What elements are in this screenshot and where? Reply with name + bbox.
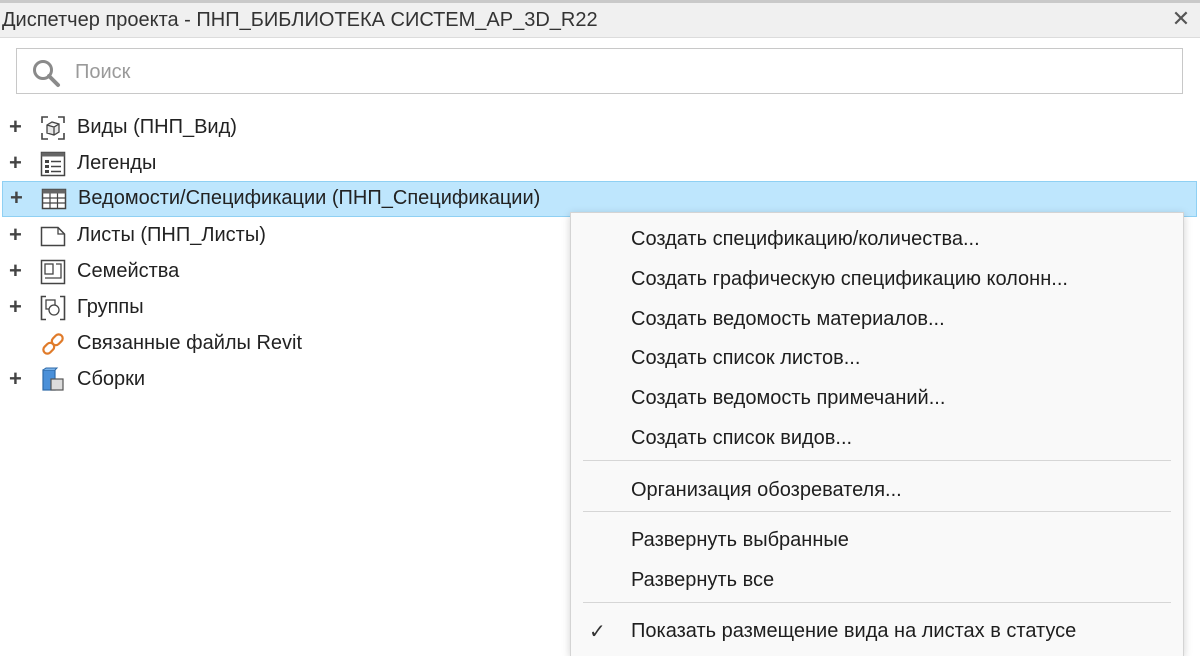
expand-icon[interactable]: +: [9, 116, 25, 138]
menu-item-label: Создать список листов...: [631, 347, 861, 369]
tree-item-views[interactable]: + Виды (ПНП_Вид): [0, 110, 1200, 146]
menu-item-create-note-block[interactable]: Создать ведомость примечаний...: [571, 380, 1183, 416]
tree-item-legends[interactable]: + Легенды: [0, 146, 1200, 182]
menu-item-show-view-placement[interactable]: ✓ Показать размещение вида на листах в с…: [571, 613, 1183, 649]
close-icon[interactable]: ✕: [1168, 6, 1194, 32]
menu-item-expand-selected[interactable]: Развернуть выбранные: [571, 522, 1183, 558]
revit-links-icon: [42, 333, 64, 355]
views-icon: [41, 116, 65, 140]
menu-item-browser-organization[interactable]: Организация обозревателя...: [571, 472, 1183, 508]
context-menu: Создать спецификацию/количества... Созда…: [570, 212, 1184, 656]
menu-item-label: Создать спецификацию/количества...: [631, 228, 980, 250]
checkmark-icon: ✓: [589, 621, 606, 643]
menu-item-label: Развернуть выбранные: [631, 529, 849, 551]
menu-separator: [583, 602, 1171, 603]
menu-item-label: Создать ведомость материалов...: [631, 308, 945, 330]
schedules-icon: [41, 188, 67, 210]
menu-item-label: Создать список видов...: [631, 427, 853, 449]
menu-item-label: Организация обозревателя...: [631, 479, 902, 501]
expand-icon: [9, 333, 25, 353]
assemblies-icon: [42, 367, 64, 391]
expand-icon[interactable]: +: [9, 224, 25, 246]
menu-item-create-sheet-list[interactable]: Создать список листов...: [571, 340, 1183, 376]
menu-item-create-schedule[interactable]: Создать спецификацию/количества...: [571, 221, 1183, 257]
search-box[interactable]: [16, 48, 1183, 94]
title-bar: Диспетчер проекта - ПНП_БИБЛИОТЕКА СИСТЕ…: [0, 0, 1200, 38]
menu-item-create-view-list[interactable]: Создать список видов...: [571, 420, 1183, 456]
expand-icon[interactable]: +: [9, 296, 25, 318]
tree-item-label: Группы: [77, 296, 144, 318]
expand-icon[interactable]: +: [9, 260, 25, 282]
tree-item-label: Сборки: [77, 368, 146, 390]
expand-icon[interactable]: +: [9, 152, 25, 174]
tree-item-label: Виды (ПНП_Вид): [77, 116, 237, 138]
tree-item-label: Легенды: [77, 152, 157, 174]
search-input[interactable]: [75, 57, 1155, 87]
tree-item-label: Семейства: [77, 260, 180, 282]
tree-item-label: Связанные файлы Revit: [77, 332, 303, 354]
legends-icon: [40, 151, 66, 177]
menu-item-create-graphical-column-schedule[interactable]: Создать графическую спецификацию колонн.…: [571, 261, 1183, 297]
menu-item-label: Показать размещение вида на листах в ста…: [631, 620, 1077, 642]
menu-item-label: Развернуть все: [631, 569, 775, 591]
groups-icon: [40, 295, 66, 321]
menu-item-label: Создать ведомость примечаний...: [631, 387, 946, 409]
window-title: Диспетчер проекта - ПНП_БИБЛИОТЕКА СИСТЕ…: [2, 9, 598, 31]
menu-item-expand-all[interactable]: Развернуть все: [571, 562, 1183, 598]
families-icon: [40, 259, 66, 285]
expand-icon[interactable]: +: [10, 187, 26, 209]
sheets-icon: [40, 226, 66, 247]
tree-item-label: Листы (ПНП_Листы): [77, 224, 266, 246]
tree-item-label: Ведомости/Спецификации (ПНП_Спецификации…: [78, 187, 541, 209]
menu-separator: [583, 511, 1171, 512]
menu-item-label: Создать графическую спецификацию колонн.…: [631, 268, 1068, 290]
menu-separator: [583, 460, 1171, 461]
expand-icon[interactable]: +: [9, 368, 25, 390]
menu-item-create-material-takeoff[interactable]: Создать ведомость материалов...: [571, 301, 1183, 337]
search-icon: [33, 60, 60, 87]
